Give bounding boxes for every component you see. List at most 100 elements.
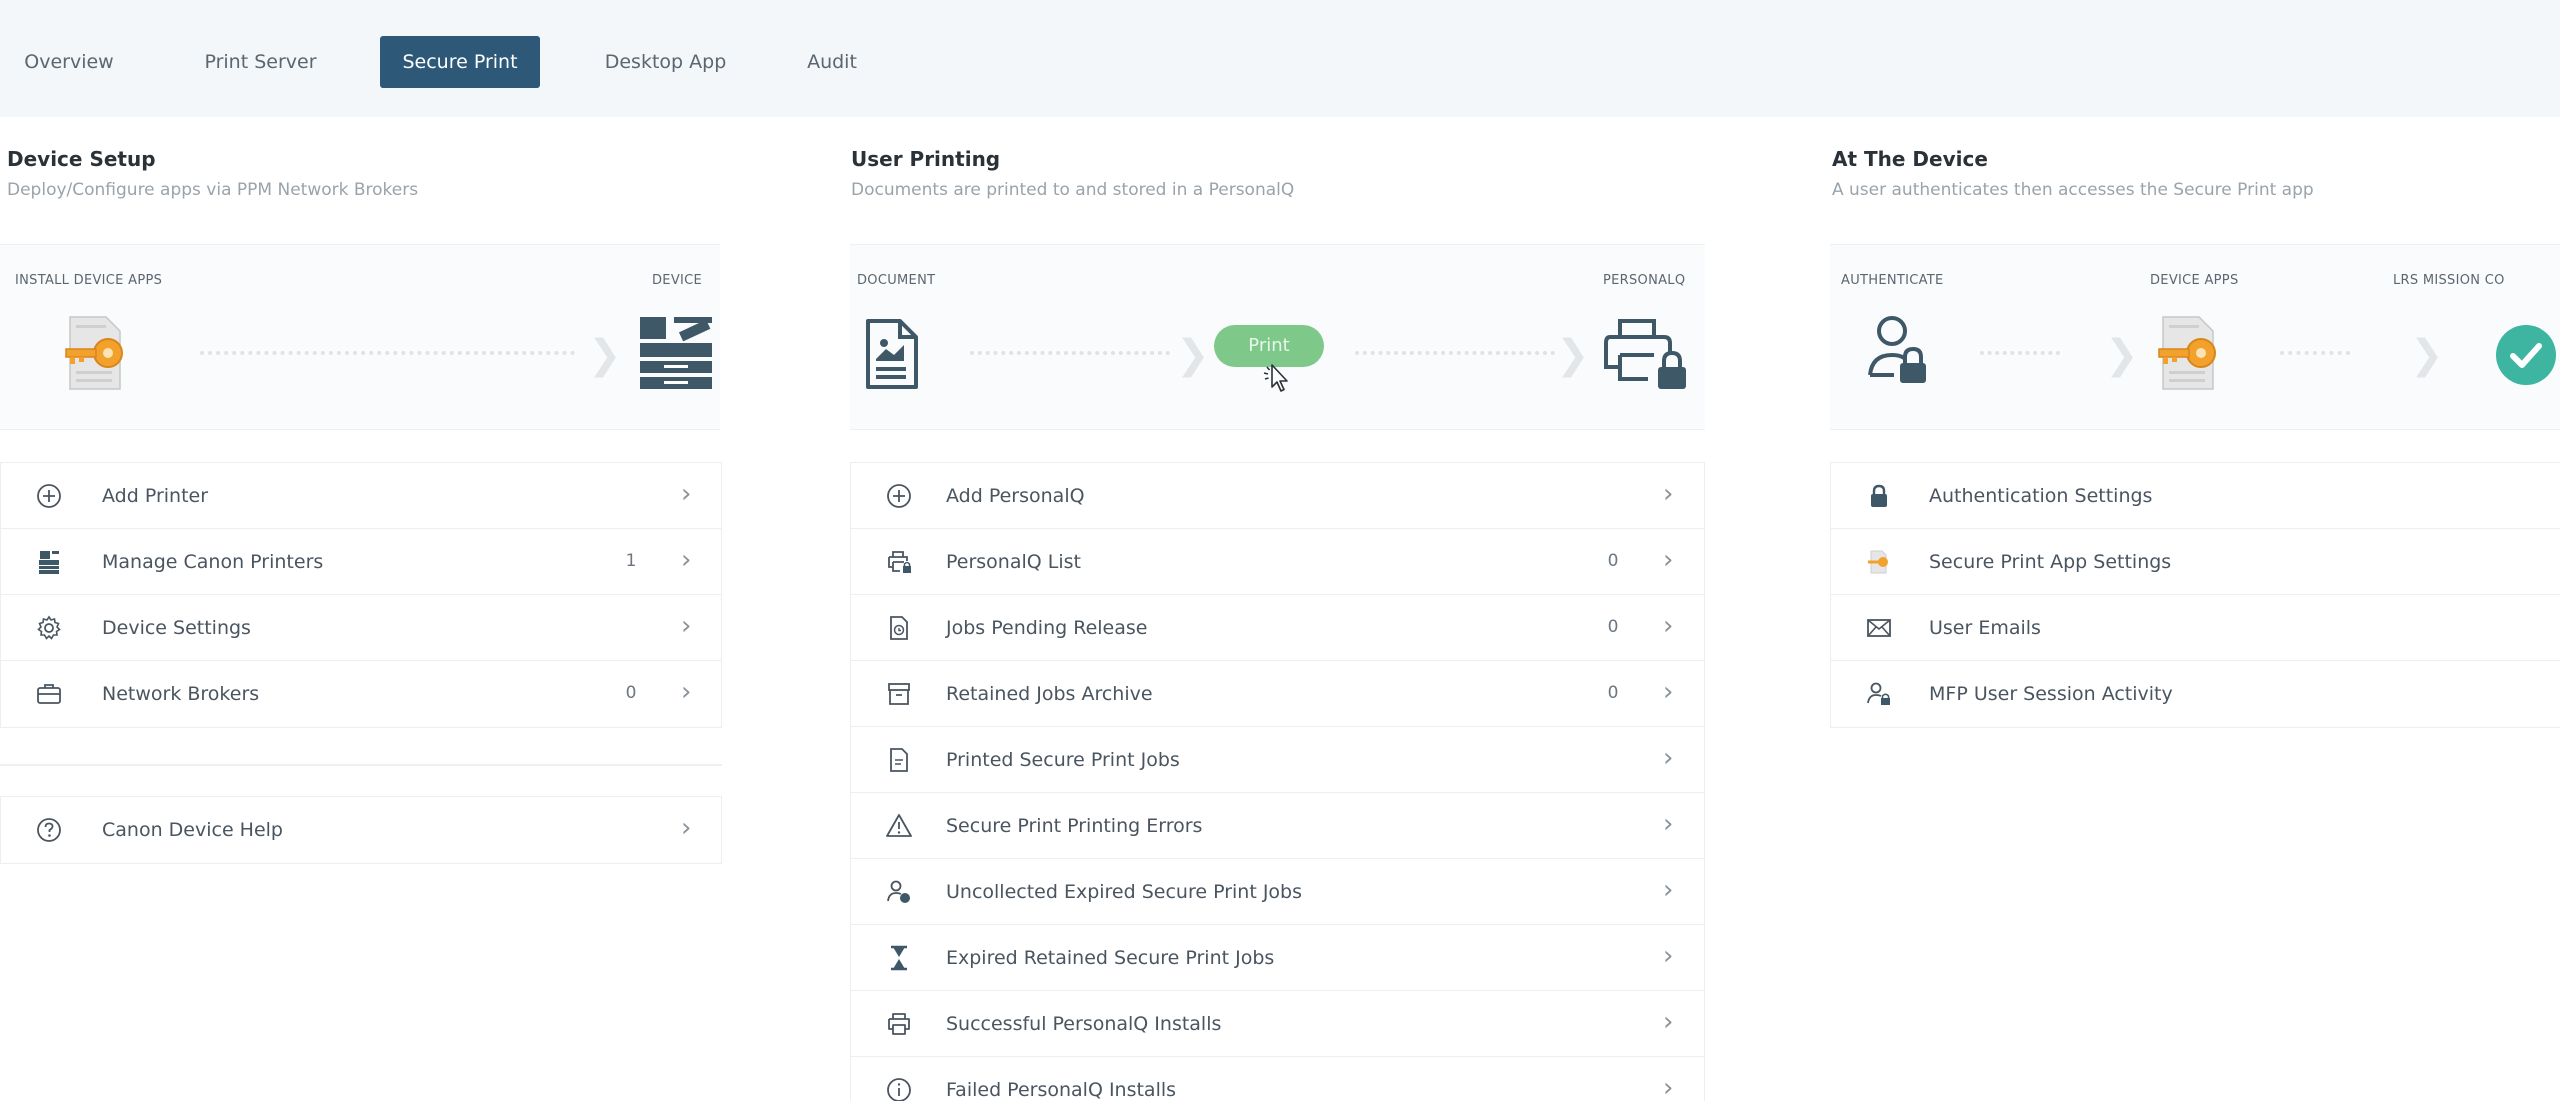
menu-item-uncollected-expired-jobs[interactable]: Uncollected Expired Secure Print Jobs › — [851, 859, 1704, 925]
flow-arrow-icon: ❯ — [2105, 332, 2139, 378]
tab-print-server[interactable]: Print Server — [188, 36, 333, 88]
at-device-subtitle: A user authenticates then accesses the S… — [1832, 180, 2314, 200]
flow-arrow-icon: ❯ — [588, 332, 622, 378]
device-setup-title: Device Setup — [7, 147, 156, 171]
chevron-right-icon: › — [681, 611, 692, 641]
mouse-cursor-icon — [1263, 364, 1288, 392]
document-image-icon — [866, 319, 918, 389]
menu-item-printed-secure-print-jobs[interactable]: Printed Secure Print Jobs › — [851, 727, 1704, 793]
user-printing-title: User Printing — [851, 147, 1001, 171]
menu-item-mfp-user-session-activity[interactable]: MFP User Session Activity — [1831, 661, 2560, 727]
device-app-key-icon — [2158, 316, 2216, 390]
flow-label-document: DOCUMENT — [857, 273, 936, 288]
at-device-menu: Authentication Settings Secure Print App… — [1830, 462, 2560, 728]
count-badge: 0 — [1607, 551, 1619, 571]
menu-item-successful-personalq-installs[interactable]: Successful PersonalQ Installs › — [851, 991, 1704, 1057]
check-circle-icon — [2496, 325, 2556, 385]
menu-item-label: User Emails — [1929, 617, 2041, 639]
flow-dots — [2280, 351, 2350, 355]
tab-audit[interactable]: Audit — [797, 36, 867, 88]
menu-item-label: Uncollected Expired Secure Print Jobs — [946, 881, 1303, 903]
menu-item-manage-canon-printers[interactable]: Manage Canon Printers 1 › — [1, 529, 721, 595]
menu-item-add-printer[interactable]: Add Printer › — [1, 463, 721, 529]
flow-dots — [970, 351, 1170, 355]
chevron-right-icon: › — [1663, 941, 1674, 971]
menu-item-expired-retained-jobs[interactable]: Expired Retained Secure Print Jobs › — [851, 925, 1704, 991]
printer-building-icon — [39, 551, 59, 574]
chevron-right-icon: › — [681, 479, 692, 509]
count-badge: 0 — [625, 683, 637, 703]
chevron-right-icon: › — [1663, 809, 1674, 839]
tab-overview[interactable]: Overview — [14, 36, 124, 88]
flow-label-device: DEVICE — [652, 273, 703, 288]
menu-item-secure-print-app-settings[interactable]: Secure Print App Settings — [1831, 529, 2560, 595]
menu-item-label: Jobs Pending Release — [946, 617, 1148, 639]
device-setup-flow: INSTALL DEVICE APPS DEVICE ❯ — [0, 244, 720, 430]
menu-item-label: Network Brokers — [102, 683, 260, 705]
printer-icon — [888, 1013, 910, 1035]
chevron-right-icon: › — [1663, 611, 1674, 641]
flow-label-install-device-apps: INSTALL DEVICE APPS — [15, 273, 163, 288]
plus-circle-icon — [37, 484, 61, 508]
flow-arrow-icon: ❯ — [1176, 332, 1210, 378]
menu-item-label: Successful PersonalQ Installs — [946, 1013, 1222, 1035]
lock-icon — [1871, 484, 1887, 507]
chevron-right-icon: › — [1663, 677, 1674, 707]
divider — [0, 764, 722, 766]
menu-item-add-personalq[interactable]: Add PersonalQ › — [851, 463, 1704, 529]
menu-item-label: Add Printer — [102, 485, 209, 507]
user-printing-subtitle: Documents are printed to and stored in a… — [851, 180, 1295, 200]
chevron-right-icon: › — [681, 677, 692, 707]
tab-secure-print[interactable]: Secure Print — [380, 36, 540, 88]
install-app-icon — [65, 316, 123, 390]
menu-item-user-emails[interactable]: User Emails — [1831, 595, 2560, 661]
menu-item-retained-jobs-archive[interactable]: Retained Jobs Archive 0 › — [851, 661, 1704, 727]
count-badge: 0 — [1607, 683, 1619, 703]
menu-item-label: Retained Jobs Archive — [946, 683, 1153, 705]
chevron-right-icon: › — [1663, 875, 1674, 905]
flow-dots — [1980, 351, 2060, 355]
device-setup-menu: Add Printer › Manage Canon Printers 1 › … — [0, 462, 722, 728]
menu-item-personalq-list[interactable]: PersonalQ List 0 › — [851, 529, 1704, 595]
device-setup-subtitle: Deploy/Configure apps via PPM Network Br… — [7, 180, 419, 200]
user-lock-icon — [1867, 682, 1890, 705]
chevron-right-icon: › — [1663, 1007, 1674, 1037]
count-badge: 0 — [1607, 617, 1619, 637]
flow-arrow-icon: ❯ — [1556, 332, 1590, 378]
count-badge: 1 — [625, 551, 637, 571]
menu-item-canon-device-help[interactable]: Canon Device Help › — [1, 797, 721, 863]
chevron-right-icon: › — [1663, 545, 1674, 575]
flow-arrow-icon: ❯ — [2410, 332, 2444, 378]
menu-item-secure-print-printing-errors[interactable]: Secure Print Printing Errors › — [851, 793, 1704, 859]
document-icon — [890, 748, 908, 772]
copier-device-icon — [640, 317, 712, 389]
chevron-right-icon: › — [1663, 743, 1674, 773]
chevron-right-icon: › — [1663, 1073, 1674, 1101]
menu-item-jobs-pending-release[interactable]: Jobs Pending Release 0 › — [851, 595, 1704, 661]
menu-item-device-settings[interactable]: Device Settings › — [1, 595, 721, 661]
at-device-flow: AUTHENTICATE DEVICE APPS LRS MISSION CO … — [1830, 244, 2560, 430]
flow-label-authenticate: AUTHENTICATE — [1841, 273, 1944, 288]
user-clock-icon — [887, 880, 910, 903]
printer-lock-icon — [1604, 319, 1686, 389]
document-pending-icon — [890, 616, 908, 640]
menu-item-label: Add PersonalQ — [946, 485, 1085, 507]
menu-item-label: Device Settings — [102, 617, 251, 639]
briefcase-icon — [37, 684, 61, 704]
menu-item-network-brokers[interactable]: Network Brokers 0 › — [1, 661, 721, 727]
user-printing-flow: DOCUMENT PERSONALQ ❯ Print ❯ — [850, 244, 1705, 430]
menu-item-label: Expired Retained Secure Print Jobs — [946, 947, 1275, 969]
envelope-icon — [1867, 619, 1891, 637]
menu-item-label: Failed PersonalQ Installs — [946, 1079, 1177, 1101]
archive-icon — [888, 683, 910, 705]
tab-bar: Overview Print Server Secure Print Deskt… — [0, 0, 2560, 117]
question-circle-icon — [37, 818, 61, 842]
menu-item-authentication-settings[interactable]: Authentication Settings — [1831, 463, 2560, 529]
info-circle-icon — [887, 1078, 911, 1101]
menu-item-failed-personalq-installs[interactable]: Failed PersonalQ Installs › — [851, 1057, 1704, 1101]
flow-dots — [1355, 351, 1555, 355]
chevron-right-icon: › — [681, 545, 692, 575]
hourglass-icon — [891, 945, 907, 971]
tab-desktop-app[interactable]: Desktop App — [588, 36, 743, 88]
flow-label-device-apps: DEVICE APPS — [2150, 273, 2239, 288]
